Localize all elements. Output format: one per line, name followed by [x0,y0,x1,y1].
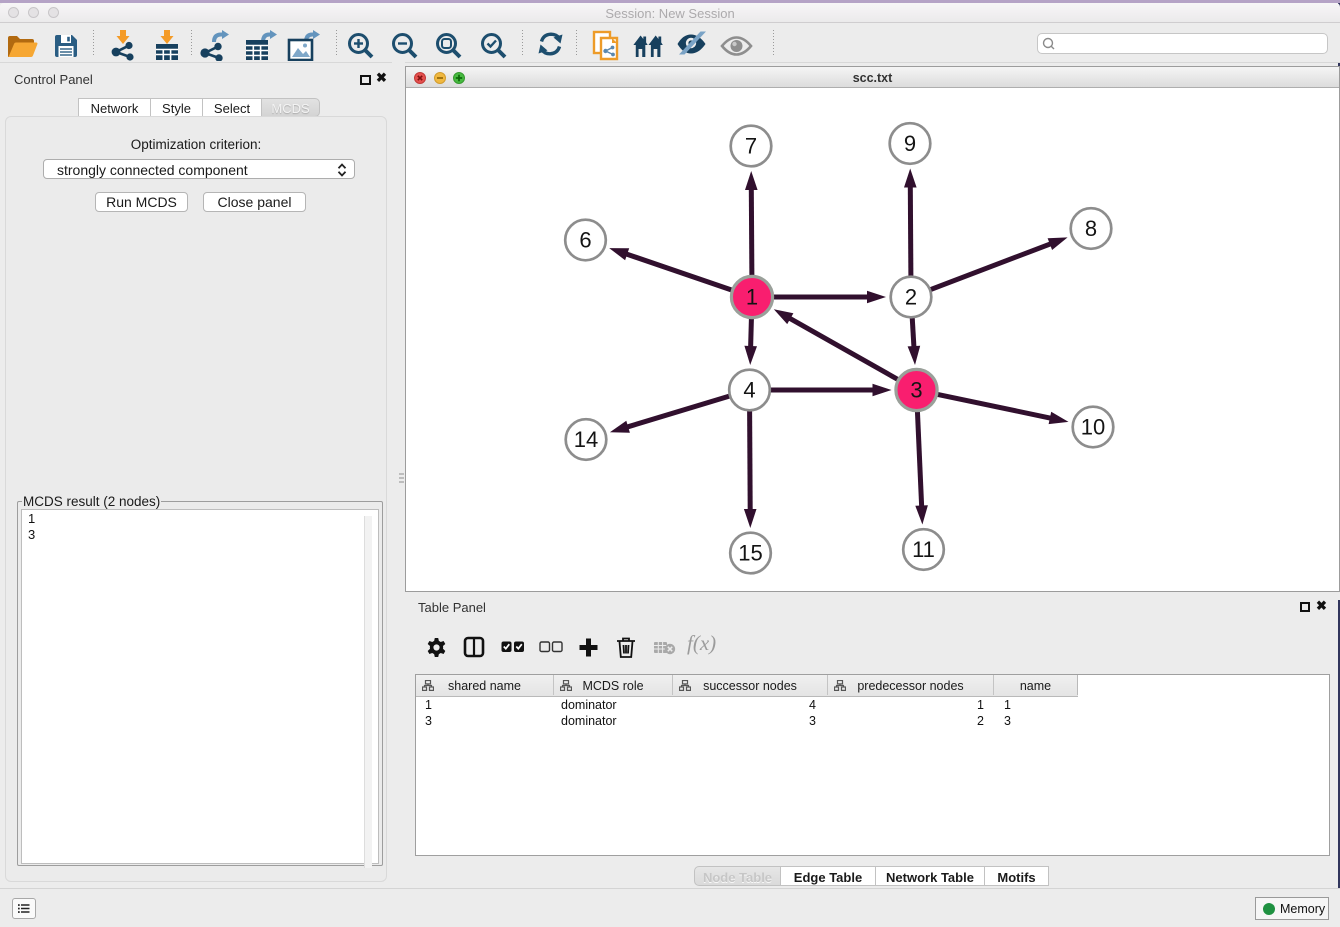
svg-text:2: 2 [905,285,917,310]
svg-text:6: 6 [579,228,591,253]
svg-text:8: 8 [1085,216,1097,241]
svg-text:15: 15 [738,541,762,566]
svg-text:3: 3 [910,378,922,403]
svg-text:7: 7 [745,134,757,159]
svg-text:1: 1 [746,285,758,310]
svg-text:4: 4 [743,378,755,403]
svg-text:9: 9 [904,131,916,156]
svg-text:11: 11 [912,537,935,562]
svg-text:10: 10 [1081,415,1105,440]
svg-text:14: 14 [574,427,598,452]
